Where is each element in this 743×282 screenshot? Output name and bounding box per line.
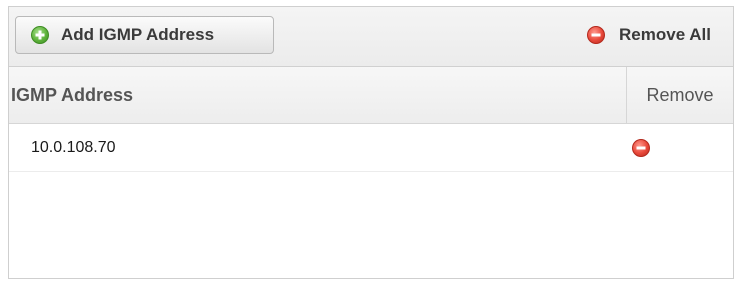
remove-cell <box>627 124 733 171</box>
remove-all-button[interactable]: Remove All <box>587 16 711 54</box>
add-igmp-address-label: Add IGMP Address <box>61 25 215 44</box>
add-igmp-address-button[interactable]: Add IGMP Address <box>15 16 274 54</box>
igmp-address-cell: 10.0.108.70 <box>31 138 116 156</box>
igmp-address-panel: Add IGMP Address Remove All IGMP Address… <box>8 6 734 279</box>
remove-all-label: Remove All <box>619 25 711 44</box>
toolbar: Add IGMP Address Remove All <box>9 7 733 67</box>
plus-circle-icon <box>31 26 49 44</box>
remove-row-icon[interactable] <box>632 138 650 157</box>
column-header-igmp-address[interactable]: IGMP Address <box>9 67 627 123</box>
table-row[interactable]: 10.0.108.70 <box>9 124 733 172</box>
grid-header: IGMP Address Remove <box>9 67 733 124</box>
column-header-remove: Remove <box>646 84 714 105</box>
grid-body: 10.0.108.70 <box>9 124 733 172</box>
minus-circle-icon <box>587 26 606 44</box>
